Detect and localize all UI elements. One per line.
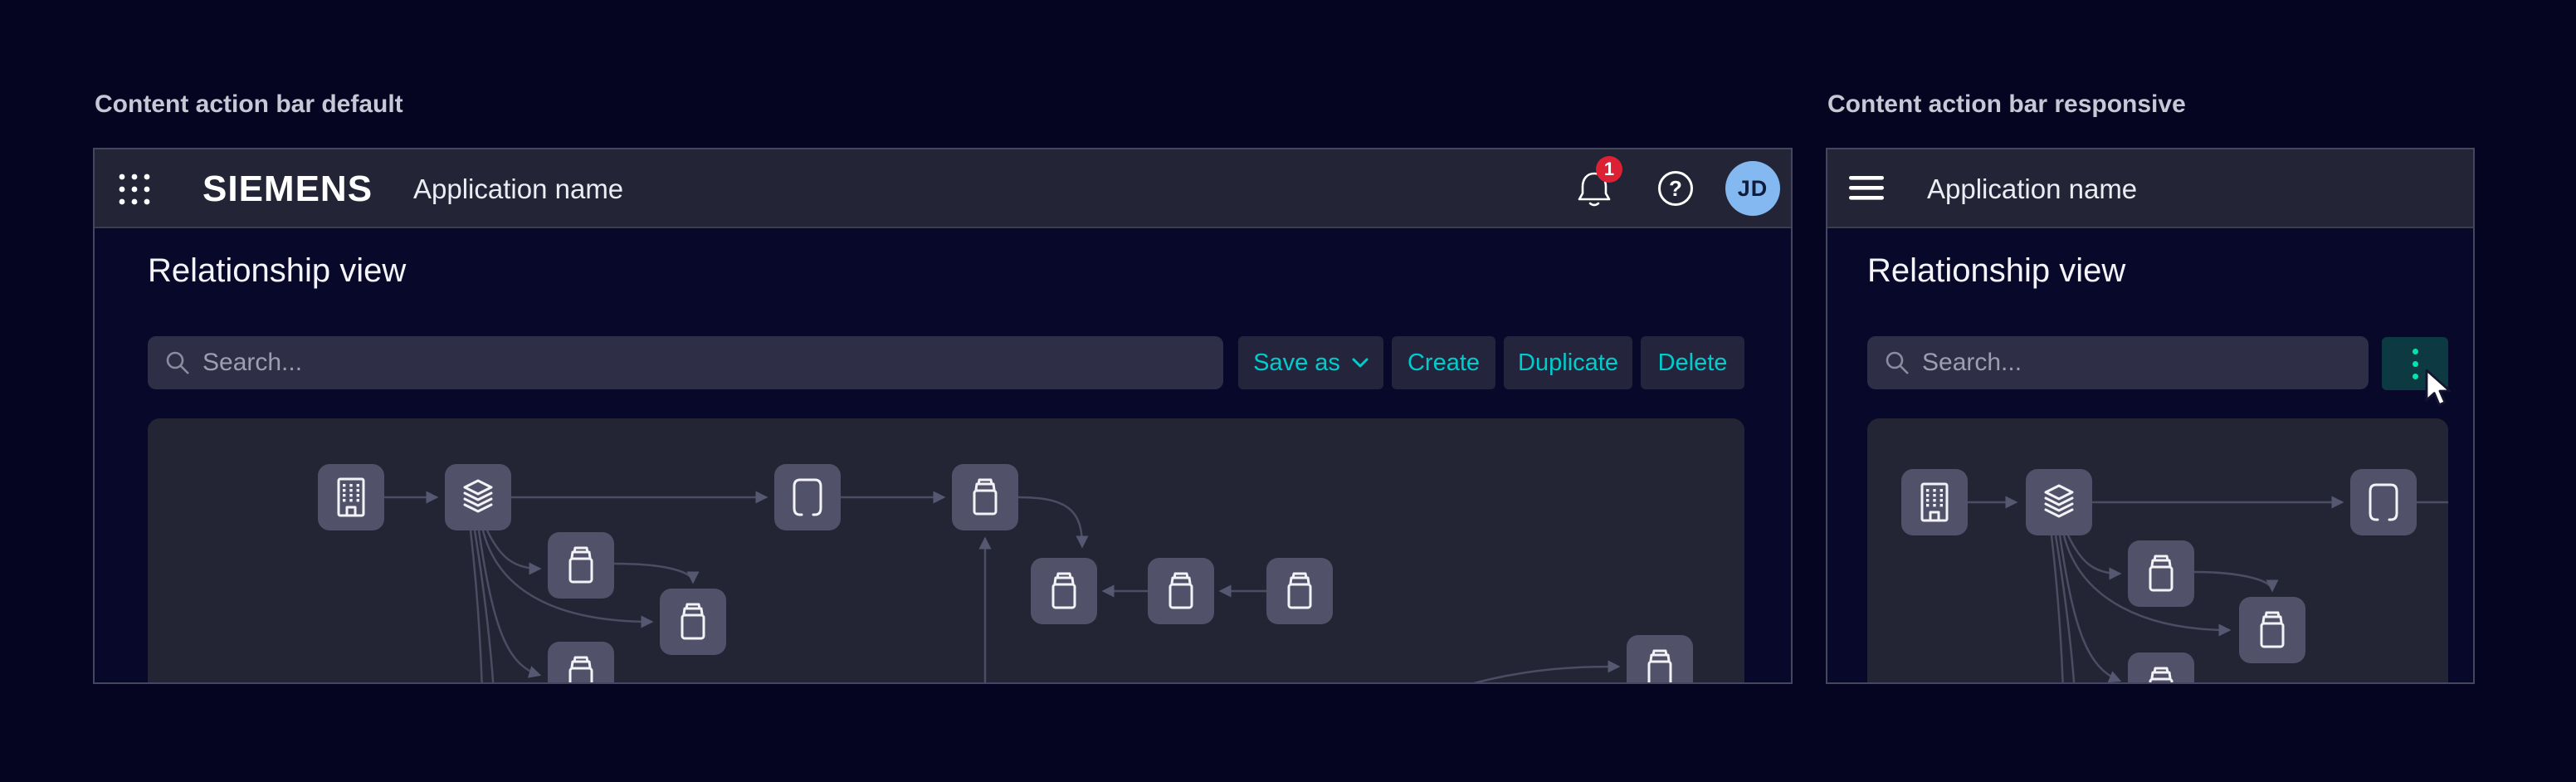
delete-button[interactable]: Delete — [1641, 336, 1744, 389]
help-button[interactable]: ? — [1658, 171, 1693, 206]
page-title: Relationship view — [1867, 249, 2125, 292]
node-box[interactable] — [1148, 558, 1214, 624]
node-box[interactable] — [1266, 558, 1333, 624]
app-launcher-button[interactable] — [118, 173, 151, 208]
app-header-responsive: Application name — [1827, 149, 2473, 228]
search-box — [1867, 336, 2369, 389]
node-device[interactable] — [2350, 469, 2417, 535]
content-action-bar-default-panel: SIEMENS Application name 1 ? JD Relation… — [93, 148, 1793, 684]
node-box[interactable] — [2128, 652, 2194, 682]
node-box[interactable] — [660, 589, 726, 655]
help-icon: ? — [1669, 176, 1682, 202]
section-title-responsive: Content action bar responsive — [1827, 86, 2186, 123]
node-layers[interactable] — [2026, 469, 2092, 535]
application-name: Application name — [413, 149, 623, 228]
node-box[interactable] — [2128, 540, 2194, 607]
menu-hamburger-icon — [1849, 176, 1884, 201]
node-device[interactable] — [774, 464, 841, 530]
relationship-diagram-canvas — [1867, 418, 2448, 682]
create-label: Create — [1408, 349, 1480, 377]
node-box[interactable] — [548, 532, 614, 599]
content-action-bar-responsive-panel: Application name Relationship view — [1826, 148, 2475, 684]
search-input[interactable] — [148, 336, 1223, 389]
node-layers[interactable] — [445, 464, 511, 530]
duplicate-button[interactable]: Duplicate — [1504, 336, 1632, 389]
delete-label: Delete — [1658, 349, 1728, 377]
app-header: SIEMENS Application name 1 ? JD — [95, 149, 1791, 228]
node-building[interactable] — [318, 464, 384, 530]
section-title-default: Content action bar default — [95, 86, 403, 123]
search-box — [148, 336, 1223, 389]
save-as-label: Save as — [1253, 349, 1340, 377]
chevron-down-icon — [1352, 358, 1368, 368]
node-box[interactable] — [2239, 597, 2305, 663]
search-input[interactable] — [1867, 336, 2369, 389]
save-as-button[interactable]: Save as — [1238, 336, 1383, 389]
create-button[interactable]: Create — [1392, 336, 1495, 389]
node-box[interactable] — [1031, 558, 1097, 624]
mouse-cursor — [2425, 369, 2461, 412]
app-launcher-grid-icon — [118, 173, 151, 206]
node-box[interactable] — [548, 642, 614, 682]
user-avatar[interactable]: JD — [1725, 161, 1780, 216]
application-name: Application name — [1927, 149, 2137, 228]
duplicate-label: Duplicate — [1518, 349, 1618, 377]
node-building[interactable] — [1901, 469, 1968, 535]
diagram-nodes — [1901, 469, 2417, 682]
page-title: Relationship view — [148, 249, 406, 292]
relationship-diagram-canvas — [148, 418, 1744, 682]
kebab-menu-icon — [2413, 349, 2418, 379]
node-box[interactable] — [1627, 635, 1693, 682]
notification-badge: 1 — [1596, 156, 1622, 183]
menu-button[interactable] — [1849, 176, 1884, 203]
node-box[interactable] — [952, 464, 1018, 530]
brand-logo: SIEMENS — [202, 149, 373, 228]
